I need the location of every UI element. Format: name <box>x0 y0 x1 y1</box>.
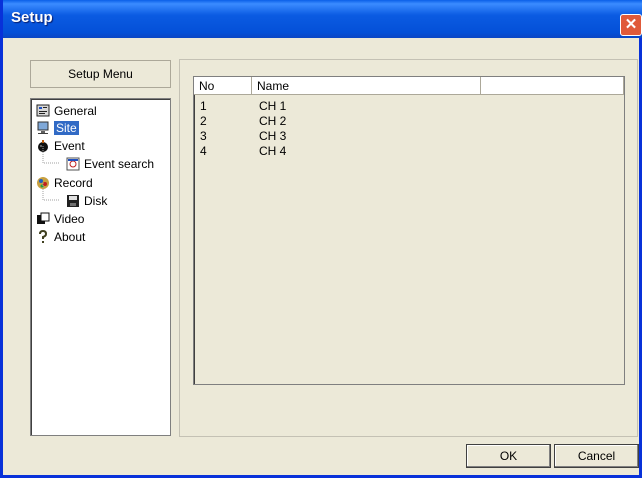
setup-window: Setup ✕ Setup Menu General Site Event Ev… <box>0 0 642 478</box>
tree-item-video[interactable]: Video <box>36 210 84 228</box>
title-bar[interactable]: Setup ✕ <box>3 0 642 38</box>
tree-item-label: About <box>54 230 86 244</box>
column-header-name[interactable]: Name <box>252 77 481 95</box>
cancel-button[interactable]: Cancel <box>554 444 639 468</box>
table-row[interactable]: 3 CH 3 <box>194 129 624 144</box>
cell-no: 2 <box>200 114 207 128</box>
cell-name: CH 1 <box>259 99 287 113</box>
table-row[interactable]: 1 CH 1 <box>194 99 624 114</box>
column-header-no[interactable]: No <box>194 77 252 95</box>
window-title: Setup <box>11 9 53 26</box>
close-button[interactable]: ✕ <box>620 14 642 36</box>
tree-item-label: Event search <box>84 157 155 171</box>
column-header-extra[interactable] <box>481 77 624 95</box>
site-list[interactable]: No Name 1 CH 1 2 CH 2 3 CH 3 4 CH 4 <box>193 76 625 385</box>
cell-no: 3 <box>200 129 207 143</box>
about-icon <box>36 229 50 244</box>
table-row[interactable]: 2 CH 2 <box>194 114 624 129</box>
cell-name: CH 4 <box>259 144 287 158</box>
cell-name: CH 3 <box>259 129 287 143</box>
setup-menu-header: Setup Menu <box>30 60 171 88</box>
video-icon <box>36 212 50 226</box>
cell-name: CH 2 <box>259 114 287 128</box>
cell-no: 1 <box>200 99 207 113</box>
ok-button[interactable]: OK <box>466 444 551 468</box>
cell-no: 4 <box>200 144 207 158</box>
tree-item-label: Video <box>54 212 85 226</box>
setup-menu-tree: General Site Event Event search Record D… <box>30 98 171 436</box>
table-row[interactable]: 4 CH 4 <box>194 144 624 159</box>
close-icon: ✕ <box>624 16 638 33</box>
tree-item-about[interactable]: About <box>36 228 85 246</box>
tree-connectors <box>42 146 59 201</box>
